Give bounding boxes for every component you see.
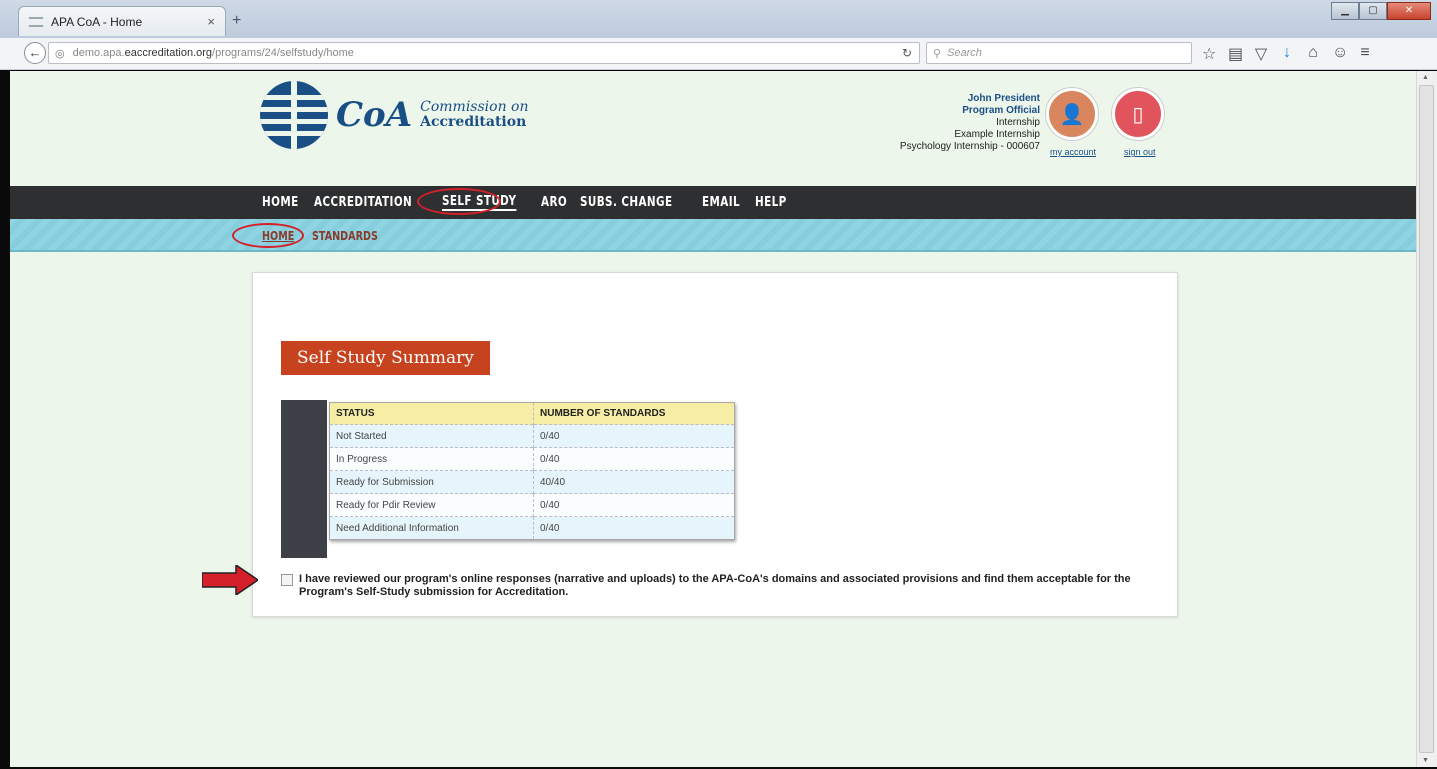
subnav-standards[interactable]: STANDARDS xyxy=(312,229,378,243)
my-account-link[interactable]: my account xyxy=(1050,147,1096,157)
table-row: Ready for Submission 40/40 xyxy=(329,470,735,494)
sign-out-link[interactable]: sign out xyxy=(1124,147,1156,157)
nav-accreditation[interactable]: ACCREDITATION xyxy=(314,195,412,210)
count-cell: 0/40 xyxy=(533,447,735,471)
summary-title: Self Study Summary xyxy=(281,341,490,375)
tab-close-icon[interactable]: × xyxy=(207,14,215,29)
download-icon[interactable]: ↓ xyxy=(1280,44,1294,64)
logo-subtitle: Commission on Accreditation xyxy=(420,99,529,130)
table-row: Not Started 0/40 xyxy=(329,424,735,448)
scroll-thumb[interactable] xyxy=(1419,85,1434,753)
nav-home[interactable]: HOME xyxy=(262,195,299,210)
table-row: Need Additional Information 0/40 xyxy=(329,516,735,540)
program-id: Psychology Internship - 000607 xyxy=(899,141,1040,152)
count-cell: 0/40 xyxy=(533,493,735,517)
page-scrollbar[interactable]: ▲ ▼ xyxy=(1416,71,1437,767)
pocket-icon[interactable]: ▽ xyxy=(1254,44,1268,64)
page-favicon-icon xyxy=(29,16,43,27)
minimize-button[interactable]: ▁ xyxy=(1331,2,1359,20)
nav-aro[interactable]: ARO xyxy=(541,195,567,210)
column-header-status: STATUS xyxy=(329,402,534,425)
site-info-icon[interactable]: ◎ xyxy=(55,47,65,60)
maximize-button[interactable]: ▢ xyxy=(1359,2,1387,20)
attestation-checkbox[interactable] xyxy=(281,574,293,586)
new-tab-button[interactable]: + xyxy=(232,12,241,30)
coa-emblem-icon xyxy=(260,81,328,149)
my-account-user-icon[interactable]: 👤 xyxy=(1046,88,1098,140)
scroll-up-icon[interactable]: ▲ xyxy=(1422,74,1429,81)
self-study-summary-card: Self Study Summary STATUS NUMBER OF STAN… xyxy=(252,272,1178,617)
count-cell: 0/40 xyxy=(533,424,735,448)
search-placeholder: Search xyxy=(947,47,982,59)
count-cell: 40/40 xyxy=(533,470,735,494)
nav-subs-change[interactable]: SUBS. CHANGE xyxy=(580,195,672,210)
status-cell: Ready for Pdir Review xyxy=(329,493,534,517)
nav-help[interactable]: HELP xyxy=(755,195,787,210)
close-window-button[interactable]: ✕ xyxy=(1387,2,1431,20)
column-header-count: NUMBER OF STANDARDS xyxy=(533,402,735,425)
logo-word: CoA xyxy=(336,95,413,135)
scroll-down-icon[interactable]: ▼ xyxy=(1422,757,1429,764)
url-host: eaccreditation.org xyxy=(124,47,213,59)
window-controls: ▁ ▢ ✕ xyxy=(1331,2,1431,20)
status-cell: Ready for Submission xyxy=(329,470,534,494)
browser-tab[interactable]: APA CoA - Home × xyxy=(18,6,226,36)
home-icon[interactable]: ⌂ xyxy=(1306,44,1320,64)
browser-tab-strip: APA CoA - Home × + ▁ ▢ ✕ xyxy=(0,0,1437,38)
bookmark-star-icon[interactable]: ☆ xyxy=(1202,44,1216,64)
annotation-circle-subnav-home xyxy=(232,223,304,248)
annotation-arrow-icon xyxy=(202,565,258,595)
address-bar[interactable]: ◎ demo.apa. eaccreditation.org/programs/2… xyxy=(48,42,920,64)
sign-out-door-icon[interactable]: ▯ xyxy=(1112,88,1164,140)
url-path: /programs/24/selfstudy/home xyxy=(212,47,354,59)
status-cell: Not Started xyxy=(329,424,534,448)
status-cell: In Progress xyxy=(329,447,534,471)
nav-email[interactable]: EMAIL xyxy=(702,195,740,210)
program-name: Example Internship xyxy=(954,129,1040,140)
back-button[interactable]: ← xyxy=(24,42,46,64)
table-row: Ready for Pdir Review 0/40 xyxy=(329,493,735,517)
status-table: STATUS NUMBER OF STANDARDS Not Started 0… xyxy=(329,402,735,540)
page-viewport: CoA Commission on Accreditation John Pre… xyxy=(10,71,1416,767)
reading-list-icon[interactable]: ▤ xyxy=(1228,44,1243,64)
program-type: Internship xyxy=(996,117,1040,128)
user-name: John President xyxy=(967,93,1040,104)
toolbar-icons: ☆ ▤ ▽ ↓ ⌂ ☺ ≡ xyxy=(1202,44,1372,64)
tab-title: APA CoA - Home xyxy=(51,14,143,29)
search-input[interactable]: ⚲ Search xyxy=(926,42,1192,64)
side-bar xyxy=(281,400,327,558)
attestation-text: I have reviewed our program's online res… xyxy=(299,573,1131,598)
user-role: Program Official xyxy=(962,105,1040,116)
reload-icon[interactable]: ↻ xyxy=(896,42,918,64)
smiley-icon[interactable]: ☺ xyxy=(1332,44,1348,64)
table-row: In Progress 0/40 xyxy=(329,447,735,471)
main-nav: HOME ACCREDITATION SELF STUDY ARO SUBS. … xyxy=(10,186,1416,219)
coa-logo[interactable]: CoA Commission on Accreditation xyxy=(260,81,528,149)
attestation-row: I have reviewed our program's online res… xyxy=(281,573,1141,599)
annotation-circle-self-study xyxy=(417,188,501,215)
url-prefix: demo.apa. xyxy=(72,47,125,59)
count-cell: 0/40 xyxy=(533,516,735,540)
sub-nav: HOME STANDARDS xyxy=(10,219,1416,252)
user-info: John President Program Official Internsh… xyxy=(850,93,1040,153)
search-icon: ⚲ xyxy=(933,47,942,60)
browser-toolbar: ← ◎ demo.apa. eaccreditation.org/programs… xyxy=(0,38,1437,70)
status-cell: Need Additional Information xyxy=(329,516,534,540)
menu-icon[interactable]: ≡ xyxy=(1358,44,1372,64)
